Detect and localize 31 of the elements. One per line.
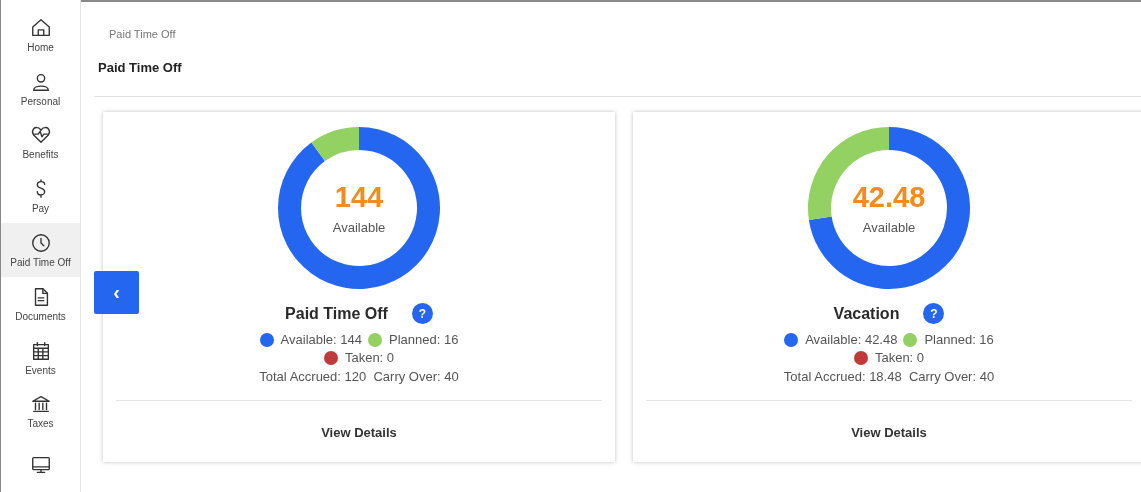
- sidebar-item[interactable]: Documents: [1, 276, 80, 331]
- legend-label: Available: 144: [280, 332, 362, 347]
- help-button[interactable]: ?: [411, 303, 433, 324]
- sidebar-item[interactable]: Home: [1, 8, 80, 62]
- accrual-summary: Total Accrued: 18.48 Carry Over: 40: [783, 369, 995, 384]
- sidebar-item[interactable]: Personal: [1, 61, 80, 116]
- back-button[interactable]: ‹: [94, 271, 139, 314]
- sidebar-item[interactable]: Taxes: [1, 384, 80, 439]
- accrual-summary: Total Accrued: 120 Carry Over: 40: [259, 369, 459, 384]
- sidebar-item[interactable]: Benefits: [1, 115, 80, 170]
- legend-label: Taken: 0: [874, 350, 925, 365]
- breadcrumb[interactable]: Paid Time Off: [109, 28, 1141, 40]
- home-icon: [29, 16, 52, 39]
- legend-label: Planned: 16: [389, 332, 459, 347]
- available-total: 42.48: [852, 181, 926, 214]
- legend-label: Available: 42.48: [805, 332, 898, 347]
- card-title: Vacation: [833, 304, 900, 323]
- view-details-link[interactable]: View Details: [321, 425, 397, 440]
- sidebar-item[interactable]: Events: [1, 330, 80, 385]
- page-title: Paid Time Off: [98, 60, 183, 75]
- clock-icon: [29, 232, 52, 254]
- help-button[interactable]: ?: [923, 303, 945, 324]
- sidebar-item[interactable]: Paid Time Off: [1, 223, 80, 277]
- legend-label: Planned: 16: [924, 332, 994, 347]
- available-label: Available: [862, 220, 916, 235]
- view-details-link[interactable]: View Details: [851, 425, 927, 440]
- sidebar-item[interactable]: Pay: [1, 169, 80, 224]
- legend-label: Taken: 0: [344, 350, 395, 365]
- available-label: Available: [332, 220, 386, 235]
- card-title: Paid Time Off: [285, 304, 388, 323]
- available-total: 144: [334, 181, 384, 214]
